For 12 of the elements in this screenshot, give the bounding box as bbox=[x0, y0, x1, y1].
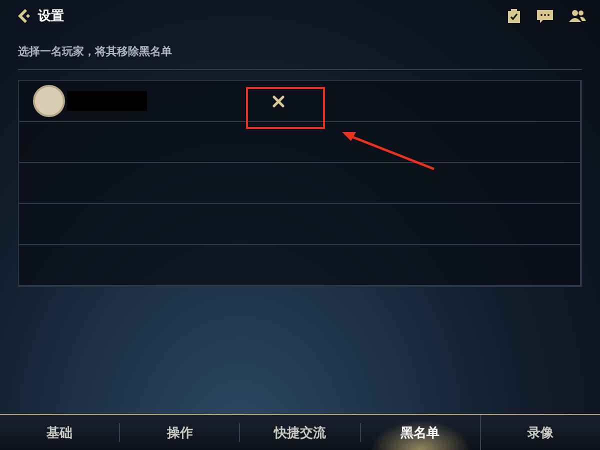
chat-icon[interactable] bbox=[537, 8, 553, 24]
tab[interactable]: 快捷交流 bbox=[240, 423, 361, 442]
instruction-text: 选择一名玩家，将其移除黑名单 bbox=[18, 44, 173, 59]
back-icon[interactable] bbox=[16, 8, 32, 24]
friends-icon[interactable] bbox=[569, 9, 586, 23]
tab[interactable]: 操作 bbox=[120, 423, 240, 442]
tab[interactable]: 录像 bbox=[480, 423, 600, 442]
page-title: 设置 bbox=[38, 8, 64, 25]
clipboard-check-icon[interactable] bbox=[507, 8, 521, 24]
player-avatar bbox=[33, 85, 65, 117]
remove-icon[interactable] bbox=[272, 95, 285, 108]
tab[interactable]: 基础 bbox=[0, 423, 120, 442]
